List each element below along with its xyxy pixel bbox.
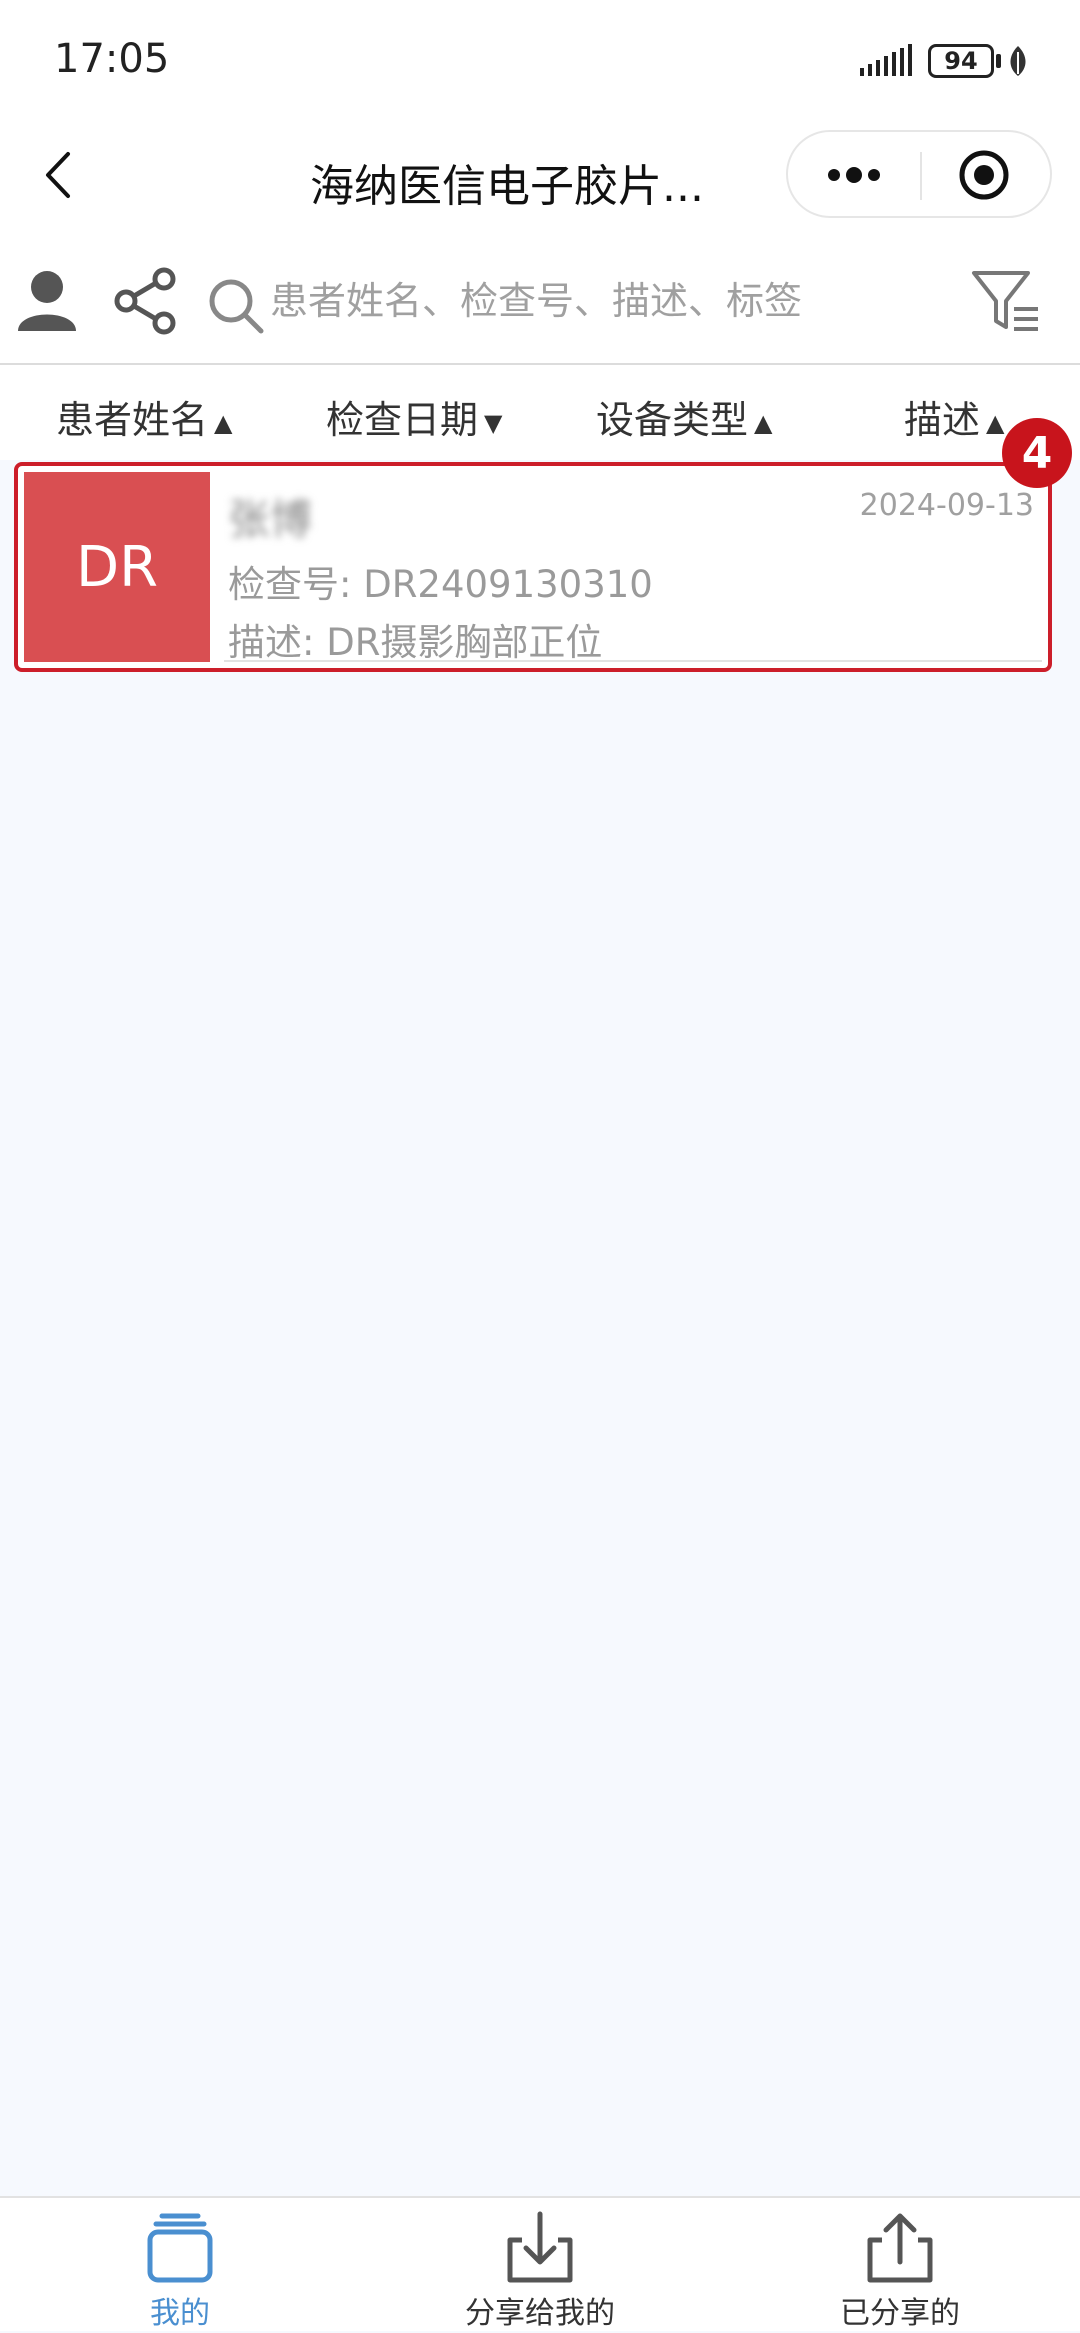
more-options-icon[interactable]: [788, 132, 920, 218]
sort-label: 患者姓名: [56, 398, 209, 442]
share-icon[interactable]: [110, 265, 182, 337]
tab-shared-with-me[interactable]: 分享给我的: [390, 2198, 690, 2333]
search-input[interactable]: [270, 273, 930, 329]
user-icon[interactable]: [12, 265, 82, 335]
exam-description: 描述: DR摄影胸部正位: [228, 621, 603, 664]
sort-arrow-icon: ▲: [754, 408, 773, 437]
divider: [224, 660, 1042, 662]
filter-icon[interactable]: [968, 265, 1044, 337]
page-title: 海纳医信电子胶片...: [310, 161, 704, 212]
sort-label: 检查日期: [326, 398, 479, 442]
sort-label: 设备类型: [596, 398, 749, 442]
battery-indicator: 94: [928, 44, 994, 78]
sort-description[interactable]: 描述 ▲: [904, 389, 1004, 444]
tab-label: 分享给我的: [465, 2296, 615, 2331]
exam-number: 检查号: DR2409130310: [228, 563, 653, 606]
download-icon: [507, 2211, 573, 2283]
search-toolbar: [0, 235, 1080, 365]
search-icon: [209, 279, 264, 334]
battery-tip: [996, 54, 1001, 68]
status-time: 17:05: [54, 36, 170, 82]
sort-bar: 患者姓名 ▲ 检查日期 ▼ 设备类型 ▲ 描述 ▲: [0, 365, 1080, 460]
signal-icon: [860, 44, 912, 76]
tab-mine[interactable]: 我的: [30, 2198, 330, 2333]
sort-exam-date[interactable]: 检查日期 ▼: [326, 389, 502, 444]
sort-arrow-icon: ▲: [986, 408, 1005, 437]
close-miniprogram-icon[interactable]: [922, 132, 1052, 218]
tab-shared[interactable]: 已分享的: [750, 2198, 1050, 2333]
patient-name: 张博: [228, 495, 313, 544]
annotation-badge: 4: [1002, 418, 1072, 488]
tab-label: 我的: [150, 2296, 210, 2331]
sort-arrow-icon: ▼: [484, 408, 503, 437]
record-card[interactable]: DR 张博 2024-09-13 检查号: DR2409130310 描述: D…: [14, 462, 1052, 672]
sort-patient-name[interactable]: 患者姓名 ▲: [56, 389, 232, 444]
nav-bar: 海纳医信电子胶片...: [0, 120, 1080, 235]
tab-label: 已分享的: [840, 2296, 960, 2331]
leaf-icon: [1010, 46, 1026, 76]
bottom-tab-bar: 我的 分享给我的 已分享的: [0, 2196, 1080, 2331]
sort-arrow-icon: ▲: [214, 408, 233, 437]
modality-badge: DR: [24, 472, 210, 662]
mini-program-capsule: [786, 130, 1052, 218]
exam-date: 2024-09-13: [859, 488, 1034, 523]
status-bar: 17:05 94: [0, 0, 1080, 120]
back-icon[interactable]: [30, 140, 90, 210]
upload-icon: [867, 2213, 933, 2283]
sort-label: 描述: [904, 398, 981, 442]
sort-device-type[interactable]: 设备类型 ▲: [596, 389, 772, 444]
stack-icon: [147, 2213, 213, 2283]
